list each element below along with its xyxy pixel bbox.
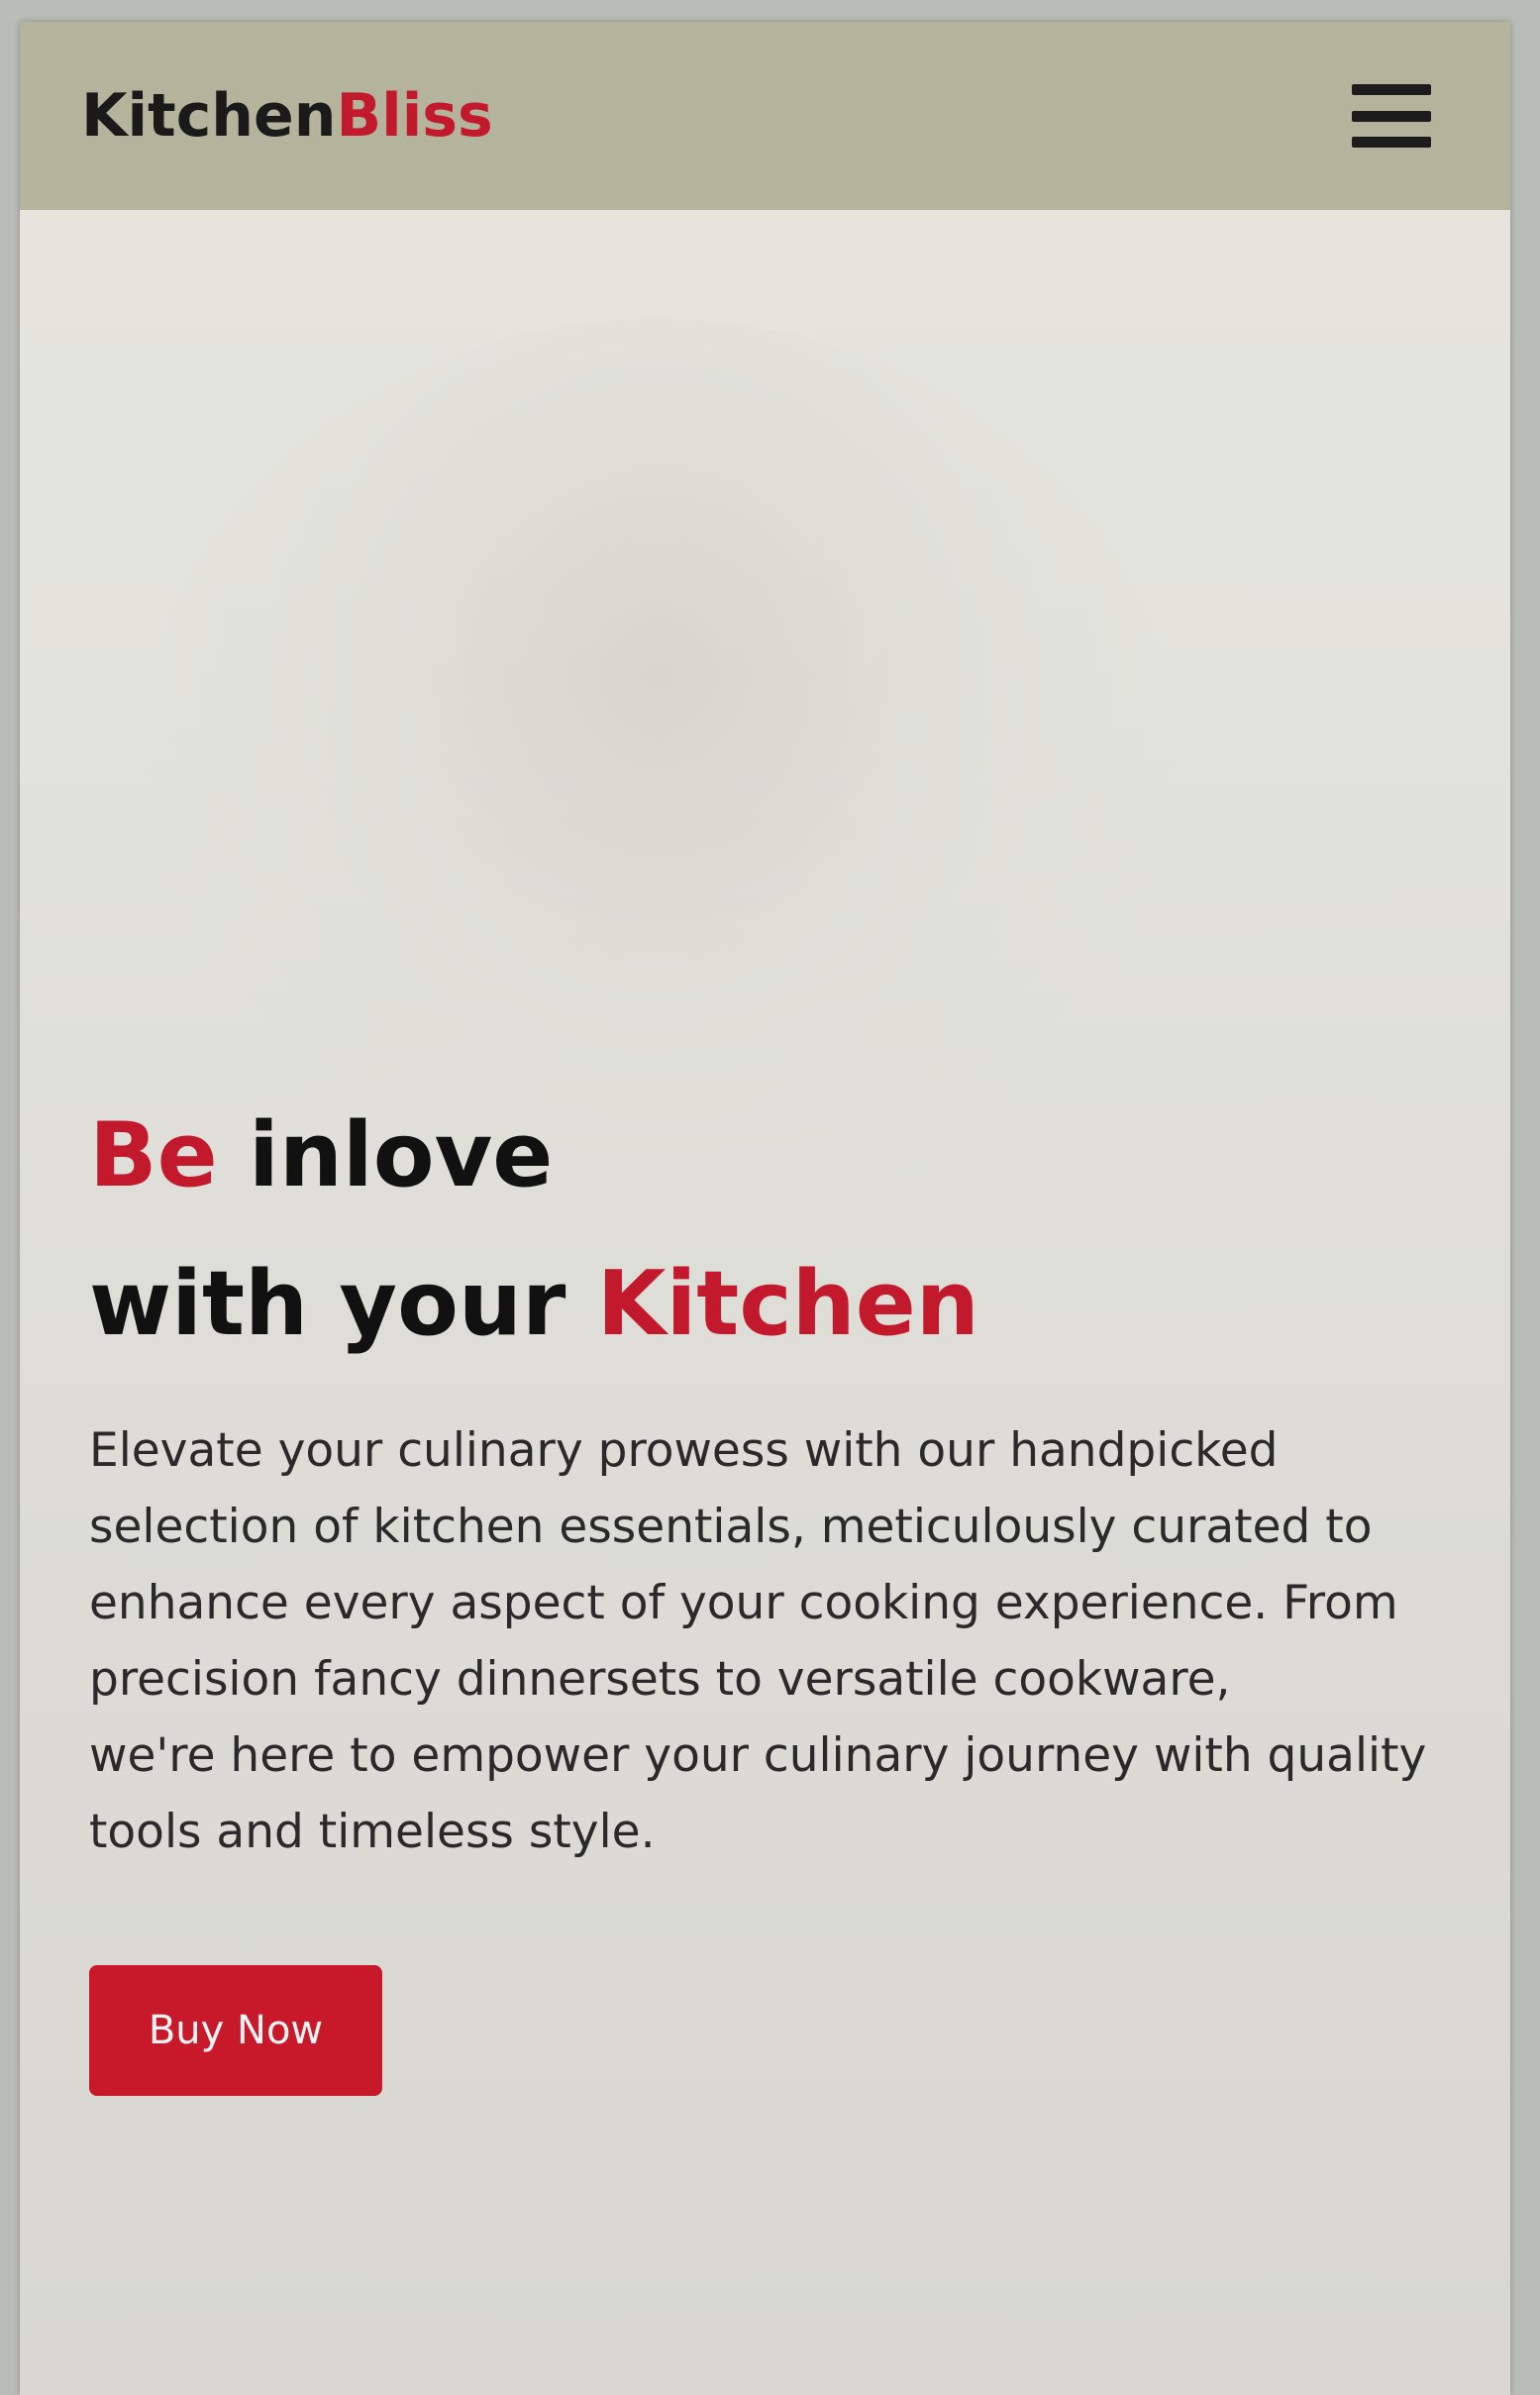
hamburger-menu-icon[interactable]	[1352, 84, 1431, 148]
hamburger-bar	[1352, 137, 1431, 148]
headline-accent-be: Be	[89, 1103, 218, 1207]
logo-main-text: Kitchen	[81, 81, 337, 151]
hero-background-image	[139, 319, 1179, 1210]
brand-logo[interactable]: KitchenBliss	[81, 81, 493, 151]
hero-description-part2: we're here to empower your culinary jour…	[89, 1728, 1427, 1859]
buy-now-button[interactable]: Buy Now	[89, 1965, 382, 2096]
hamburger-bar	[1352, 84, 1431, 95]
hamburger-bar	[1352, 110, 1431, 122]
hero-description-part1: Elevate your culinary prowess with our h…	[89, 1423, 1398, 1707]
navbar: KitchenBliss	[20, 22, 1510, 210]
headline-line2-start: with your	[89, 1252, 597, 1356]
hero-headline: Be inlove with your Kitchen	[89, 1082, 1436, 1379]
headline-line1-rest: inlove	[217, 1103, 554, 1207]
hero-description: Elevate your culinary prowess with our h…	[89, 1412, 1436, 1870]
logo-accent-text: Bliss	[336, 81, 493, 151]
browser-viewport: KitchenBliss Be inlove with your Kitchen…	[20, 22, 1510, 2395]
headline-accent-kitchen: Kitchen	[596, 1252, 979, 1356]
hero-section: Be inlove with your Kitchen Elevate your…	[89, 1082, 1436, 2096]
